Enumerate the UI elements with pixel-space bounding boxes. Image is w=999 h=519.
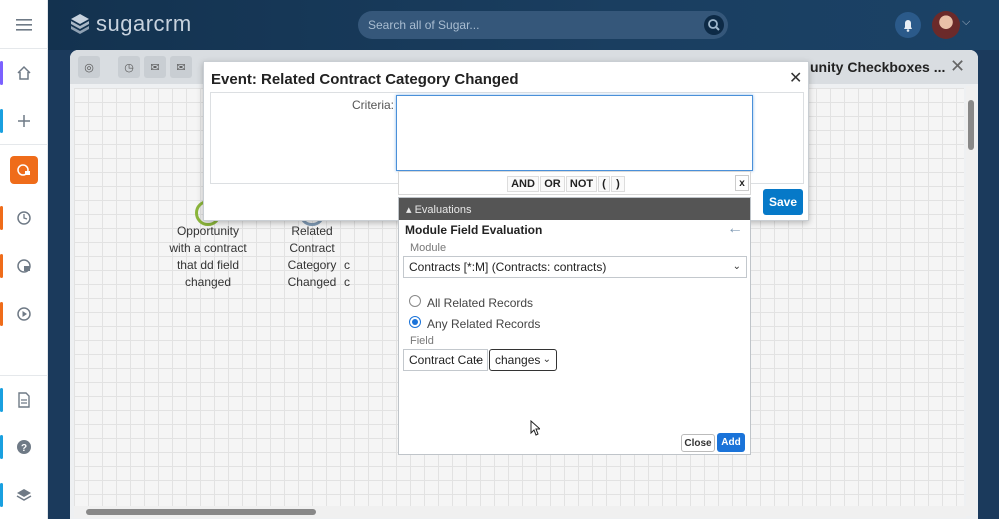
or-operator-button[interactable]: OR bbox=[540, 176, 565, 192]
chevron-down-icon[interactable]: ⌵ bbox=[962, 16, 970, 29]
close-icon[interactable]: ✕ bbox=[950, 56, 965, 77]
sidebar-item-layers[interactable] bbox=[0, 479, 48, 511]
sugar-cube-icon bbox=[71, 14, 89, 34]
sidebar-item-help[interactable]: ? bbox=[0, 431, 48, 463]
field-label: Field bbox=[410, 335, 434, 347]
operator-bar: AND OR NOT ( ) x bbox=[398, 171, 751, 195]
all-related-radio[interactable] bbox=[409, 295, 421, 307]
dialog-title: Event: Related Contract Category Changed bbox=[211, 71, 519, 88]
process-email-icon bbox=[17, 259, 31, 273]
sidebar-item-process-business-rules[interactable] bbox=[0, 298, 48, 330]
sugarcrm-logo[interactable]: sugarcrm bbox=[68, 11, 192, 37]
sidebar-item-quick-create[interactable] bbox=[0, 105, 48, 137]
sidebar-item-home[interactable] bbox=[0, 57, 48, 89]
clear-criteria-button[interactable]: x bbox=[735, 175, 749, 191]
criteria-label: Criteria: bbox=[352, 98, 395, 112]
evaluations-panel: ▴ Evaluations Module Field Evaluation ← … bbox=[398, 197, 751, 455]
global-search-input[interactable]: Search all of Sugar... bbox=[358, 11, 728, 39]
receive-message-icon[interactable]: ✉ bbox=[144, 56, 166, 78]
chevron-down-icon: ⌄ bbox=[542, 354, 551, 365]
panel-title: Module Field Evaluation bbox=[405, 223, 543, 237]
help-icon: ? bbox=[17, 440, 31, 454]
back-arrow-icon[interactable]: ← bbox=[727, 220, 743, 238]
scroll-thumb[interactable] bbox=[86, 509, 316, 515]
chevron-down-icon: ⌄ bbox=[473, 354, 482, 365]
horizontal-scrollbar[interactable] bbox=[74, 506, 966, 518]
top-bar: sugarcrm Search all of Sugar... ⌵ bbox=[48, 0, 999, 50]
vertical-scrollbar[interactable] bbox=[966, 86, 976, 516]
play-icon bbox=[17, 307, 31, 321]
start-event-icon[interactable]: ◎ bbox=[78, 56, 100, 78]
menu-icon[interactable] bbox=[0, 9, 48, 41]
field-select[interactable]: Contract Cate ⌄ bbox=[403, 349, 488, 371]
close-button[interactable]: Close bbox=[681, 434, 715, 452]
module-label: Module bbox=[410, 242, 447, 254]
chevron-down-icon: ⌄ bbox=[732, 261, 741, 272]
and-operator-button[interactable]: AND bbox=[507, 176, 539, 192]
hidden-node-label: c c bbox=[344, 258, 350, 289]
home-icon bbox=[17, 65, 31, 80]
svg-text:?: ? bbox=[21, 443, 27, 454]
wait-event-icon[interactable]: ◷ bbox=[118, 56, 140, 78]
record-title: unity Checkboxes ... bbox=[810, 59, 946, 75]
search-placeholder: Search all of Sugar... bbox=[368, 18, 480, 32]
layers-icon bbox=[16, 489, 32, 501]
save-button[interactable]: Save bbox=[763, 189, 803, 215]
sidebar-item-process-emails[interactable] bbox=[0, 250, 48, 282]
any-related-radio[interactable] bbox=[409, 316, 421, 328]
add-button[interactable]: Add bbox=[717, 433, 745, 452]
operator-select[interactable]: changes ⌄ bbox=[489, 349, 557, 371]
search-icon[interactable] bbox=[704, 15, 724, 35]
user-avatar[interactable] bbox=[932, 11, 960, 39]
close-paren-button[interactable]: ) bbox=[611, 176, 625, 192]
logo-text: sugarcrm bbox=[96, 11, 192, 36]
open-paren-button[interactable]: ( bbox=[598, 176, 610, 192]
process-icon bbox=[17, 211, 31, 225]
all-related-label: All Related Records bbox=[427, 296, 534, 310]
module-select[interactable]: Contracts [*:M] (Contracts: contracts) ⌄ bbox=[403, 256, 747, 278]
left-sidebar: ? bbox=[0, 0, 48, 519]
document-icon bbox=[18, 392, 30, 408]
any-related-label: Any Related Records bbox=[427, 317, 541, 331]
scroll-thumb[interactable] bbox=[968, 100, 974, 150]
sidebar-item-process-definitions[interactable] bbox=[0, 154, 48, 186]
close-icon[interactable]: ✕ bbox=[789, 68, 802, 88]
start-event-label: Opportunity with a contract that dd fiel… bbox=[169, 224, 247, 289]
sidebar-item-processes[interactable] bbox=[0, 202, 48, 234]
process-definitions-icon bbox=[10, 156, 38, 184]
evaluations-header[interactable]: ▴ Evaluations bbox=[399, 198, 750, 220]
not-operator-button[interactable]: NOT bbox=[566, 176, 597, 192]
plus-icon bbox=[18, 115, 30, 127]
send-message-icon[interactable]: ✉ bbox=[170, 56, 192, 78]
criteria-input[interactable] bbox=[396, 95, 753, 171]
mouse-cursor-icon bbox=[530, 420, 540, 436]
notifications-bell-icon[interactable] bbox=[895, 12, 921, 38]
sidebar-item-documents[interactable] bbox=[0, 384, 48, 416]
